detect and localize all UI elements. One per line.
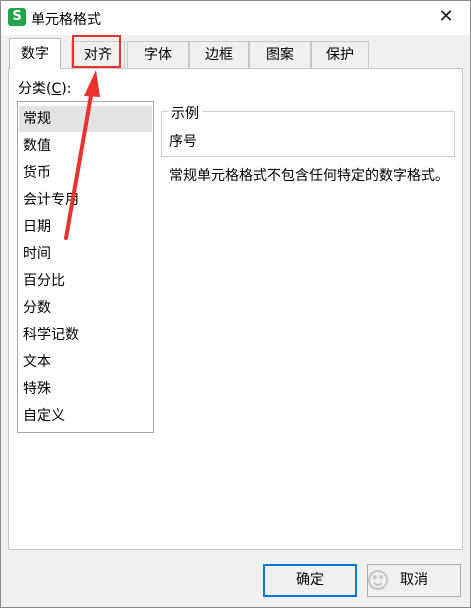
tab-font[interactable]: 字体 xyxy=(127,41,189,68)
tab-border[interactable]: 边框 xyxy=(189,41,249,68)
tab-protection[interactable]: 保护 xyxy=(311,41,369,68)
category-item-special[interactable]: 特殊 xyxy=(19,376,152,402)
category-item-text[interactable]: 文本 xyxy=(19,349,152,375)
sample-legend: 示例 xyxy=(168,103,202,123)
category-item-accounting[interactable]: 会计专用 xyxy=(19,187,152,213)
format-description: 常规单元格格式不包含任何特定的数字格式。 xyxy=(169,168,449,184)
category-item-number[interactable]: 数值 xyxy=(19,133,152,159)
category-listbox[interactable]: 常规 数值 货币 会计专用 日期 时间 百分比 分数 科学记数 文本 特殊 自定… xyxy=(17,101,154,433)
category-item-percentage[interactable]: 百分比 xyxy=(19,268,152,294)
tab-panel-number: 分类(C): 常规 数值 货币 会计专用 日期 时间 百分比 分数 科学记数 文… xyxy=(8,68,463,550)
ok-button[interactable]: 确定 xyxy=(263,564,357,597)
category-item-date[interactable]: 日期 xyxy=(19,214,152,240)
category-item-time[interactable]: 时间 xyxy=(19,241,152,267)
category-item-currency[interactable]: 货币 xyxy=(19,160,152,186)
category-item-fraction[interactable]: 分数 xyxy=(19,295,152,321)
app-logo-icon: S xyxy=(8,8,26,26)
close-icon[interactable]: ✕ xyxy=(434,5,458,29)
alignment-tab-highlight-box xyxy=(72,35,121,68)
sample-group xyxy=(161,111,455,157)
category-item-custom[interactable]: 自定义 xyxy=(19,403,152,429)
category-item-scientific[interactable]: 科学记数 xyxy=(19,322,152,348)
title-bar: S 单元格格式 ✕ xyxy=(1,1,470,35)
format-cells-dialog: S 单元格格式 ✕ 分类(C): 常规 数值 货币 会计专用 日期 时间 百分比… xyxy=(0,0,471,608)
dialog-title: 单元格格式 xyxy=(31,12,101,28)
watermark-icon xyxy=(366,566,466,594)
category-label: 分类(C): xyxy=(18,81,72,97)
category-item-general[interactable]: 常规 xyxy=(19,106,152,132)
tab-pattern[interactable]: 图案 xyxy=(249,41,311,68)
tab-number[interactable]: 数字 xyxy=(9,38,61,69)
sample-value: 序号 xyxy=(169,134,197,150)
